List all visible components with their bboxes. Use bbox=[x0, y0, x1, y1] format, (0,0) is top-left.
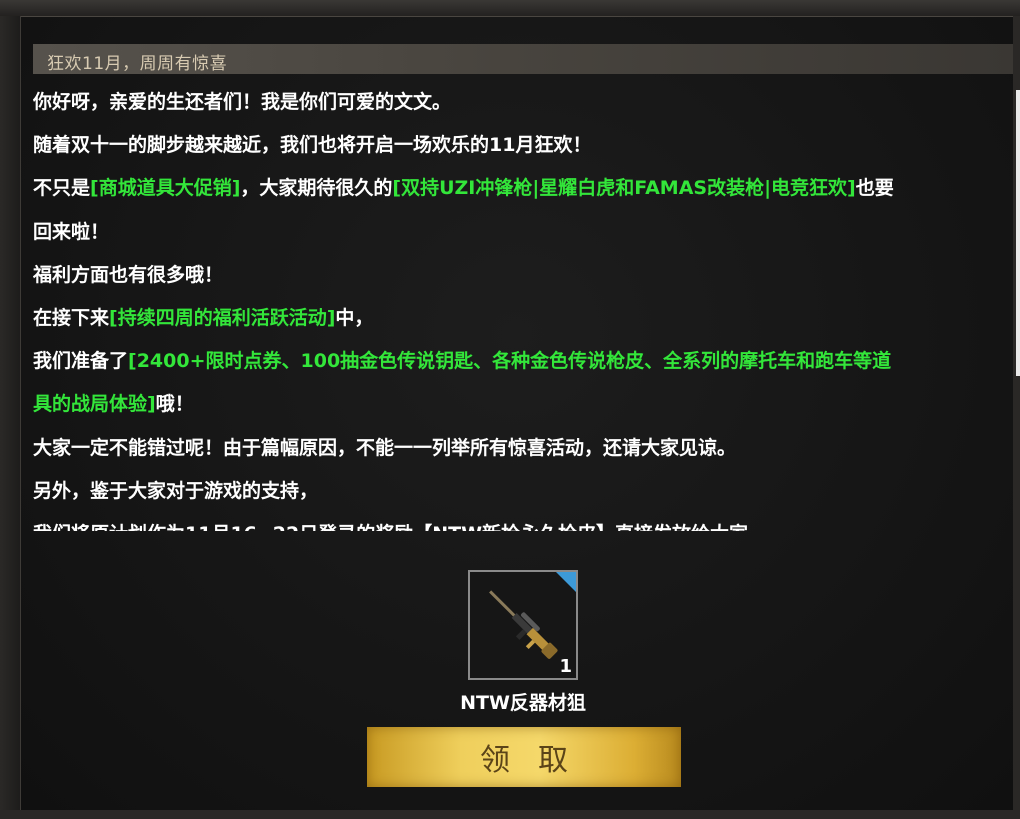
window-bottom-border bbox=[0, 810, 1020, 819]
body-line: 我们将原计划作为11月16~22日登录的奖励【NTW新枪永久枪皮】直接发放给大家 bbox=[33, 513, 998, 531]
rarity-corner-badge bbox=[556, 572, 576, 592]
window-top-border bbox=[0, 0, 1020, 17]
claim-button-label: 领取 bbox=[480, 743, 596, 778]
body-line: 回来啦！ bbox=[33, 211, 998, 254]
highlight-text: [双持UZI冲锋枪|星耀白虎和FAMAS改装枪|电竞狂欢] bbox=[392, 177, 856, 200]
item-count: 1 bbox=[559, 656, 572, 677]
reward-item-slot[interactable]: 1 bbox=[468, 570, 578, 680]
body-line: 福利方面也有很多哦！ bbox=[33, 254, 998, 297]
body-text: 在接下来 bbox=[33, 307, 110, 330]
body-text: 大家一定不能错过呢！由于篇幅原因，不能一一列举所有惊喜活动，还请大家见谅。 bbox=[33, 436, 737, 459]
announcement-title: 狂欢11月，周周有惊喜 bbox=[47, 54, 228, 74]
scrollbar-edge[interactable] bbox=[1016, 90, 1020, 376]
body-text: 随着双十一的脚步越来越近，我们也将开启一场欢乐的11月狂欢！ bbox=[33, 134, 592, 157]
body-line: 大家一定不能错过呢！由于篇幅原因，不能一一列举所有惊喜活动，还请大家见谅。 bbox=[33, 427, 998, 470]
claim-button[interactable]: 领取 bbox=[367, 727, 681, 787]
body-text: 中， bbox=[335, 307, 374, 330]
body-text: 另外，鉴于大家对于游戏的支持， bbox=[33, 479, 319, 502]
highlight-text: 具的战局体验] bbox=[33, 393, 156, 416]
window-left-border bbox=[0, 16, 21, 819]
highlight-text: [持续四周的福利活跃活动] bbox=[109, 307, 336, 330]
body-text: 也要 bbox=[855, 177, 894, 200]
body-line: 你好呀，亲爱的生还者们！我是你们可爱的文文。 bbox=[33, 81, 998, 124]
body-text: ，大家期待很久的 bbox=[240, 177, 393, 200]
body-text: 回来啦！ bbox=[33, 220, 110, 243]
body-text: 不只是 bbox=[33, 177, 91, 200]
highlight-text: [2400+限时点券、100抽金色传说钥匙、各种金色传说枪皮、全系列的摩托车和跑… bbox=[128, 350, 892, 373]
body-text: 福利方面也有很多哦！ bbox=[33, 263, 224, 286]
body-text: 哦！ bbox=[155, 393, 194, 416]
body-line: 我们准备了[2400+限时点券、100抽金色传说钥匙、各种金色传说枪皮、全系列的… bbox=[33, 340, 998, 383]
body-line: 具的战局体验]哦！ bbox=[33, 383, 998, 426]
body-line: 随着双十一的脚步越来越近，我们也将开启一场欢乐的11月狂欢！ bbox=[33, 124, 998, 167]
body-text: 我们将原计划作为11月16~22日登录的奖励【NTW新枪永久枪皮】直接发放给大家 bbox=[33, 523, 748, 531]
announcement-body[interactable]: 你好呀，亲爱的生还者们！我是你们可爱的文文。随着双十一的脚步越来越近，我们也将开… bbox=[33, 81, 998, 531]
highlight-text: [商城道具大促销] bbox=[90, 177, 241, 200]
body-text: 我们准备了 bbox=[33, 350, 129, 373]
title-bar: 狂欢11月，周周有惊喜 bbox=[33, 44, 1013, 74]
body-text: 你好呀，亲爱的生还者们！我是你们可爱的文文。 bbox=[33, 91, 452, 113]
body-line: 另外，鉴于大家对于游戏的支持， bbox=[33, 470, 998, 513]
body-line: 不只是[商城道具大促销]，大家期待很久的[双持UZI冲锋枪|星耀白虎和FAMAS… bbox=[33, 167, 998, 210]
reward-item-name: NTW反器材狙 bbox=[460, 692, 586, 714]
body-line: 在接下来[持续四周的福利活跃活动]中， bbox=[33, 297, 998, 340]
